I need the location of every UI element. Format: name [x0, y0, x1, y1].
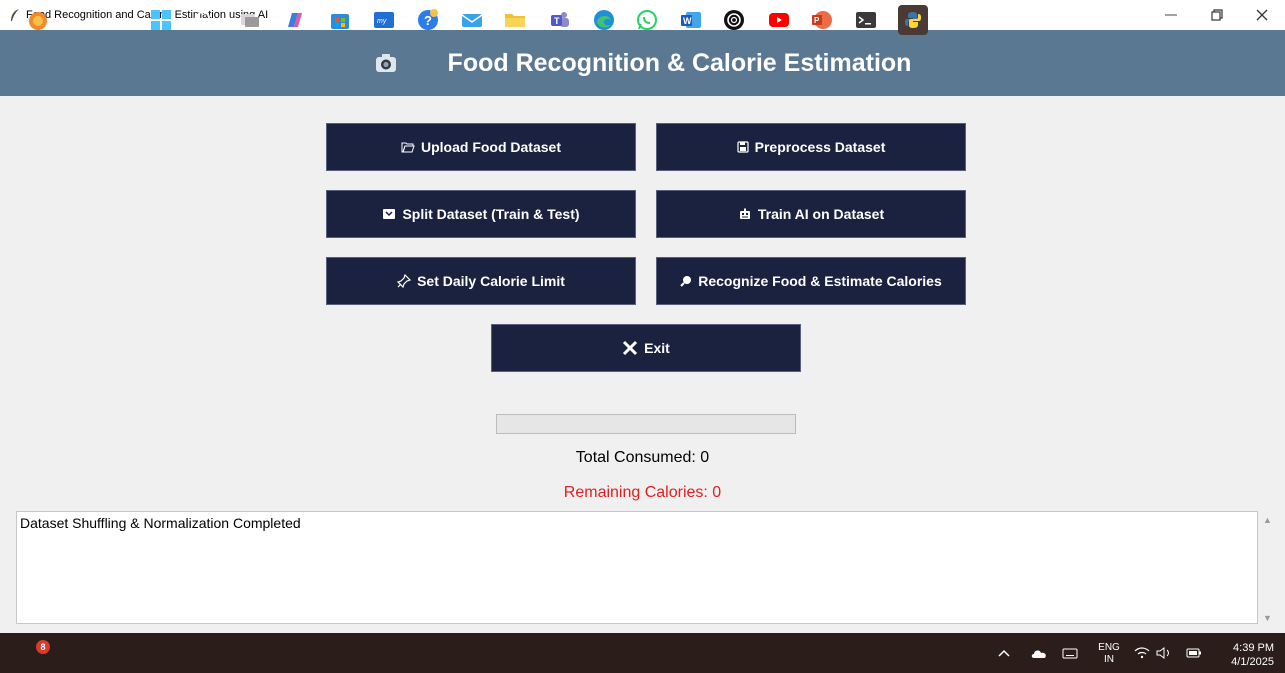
camera-icon [374, 51, 398, 75]
upload-dataset-button[interactable]: Upload Food Dataset [326, 123, 636, 171]
region-code: IN [1104, 654, 1114, 665]
svg-text:W: W [683, 16, 692, 26]
start-icon[interactable] [149, 8, 173, 32]
mail-icon[interactable] [460, 8, 484, 32]
preprocess-dataset-label: Preprocess Dataset [754, 139, 886, 155]
svg-text:?: ? [424, 13, 432, 28]
windows-taskbar [0, 633, 1285, 673]
scroll-down-arrow[interactable]: ▼ [1263, 613, 1272, 623]
close-window-button[interactable] [1239, 0, 1285, 30]
volume-icon[interactable] [1156, 633, 1172, 673]
recognize-food-button[interactable]: Recognize Food & Estimate Calories [656, 257, 966, 305]
restore-button[interactable] [1194, 0, 1240, 30]
wifi-icon[interactable] [1134, 633, 1150, 673]
split-dataset-button[interactable]: Split Dataset (Train & Test) [326, 190, 636, 238]
progress-bar [496, 414, 796, 434]
battery-icon[interactable] [1186, 633, 1202, 673]
clock-date: 4/1/2025 [1231, 656, 1274, 668]
total-consumed-text: Total Consumed: 0 [575, 449, 710, 466]
upload-dataset-label: Upload Food Dataset [420, 139, 561, 155]
edge-browser-icon[interactable] [592, 8, 616, 32]
svg-text:T: T [554, 16, 560, 26]
notification-badge: 8 [36, 640, 50, 654]
chatgpt-icon[interactable] [722, 8, 746, 32]
microsoft-store-icon[interactable] [328, 8, 352, 32]
robot-icon [738, 208, 752, 220]
show-hidden-icons[interactable] [998, 633, 1010, 673]
onedrive-icon[interactable] [1030, 633, 1048, 673]
recognize-food-label: Recognize Food & Estimate Calories [698, 273, 942, 289]
page-title: Food Recognition & Calorie Estimation [447, 48, 912, 77]
minimize-button[interactable] [1148, 0, 1194, 30]
word-icon[interactable]: W [679, 8, 703, 32]
train-ai-button[interactable]: Train AI on Dataset [656, 190, 966, 238]
split-dataset-label: Split Dataset (Train & Test) [402, 206, 580, 222]
app-header: Food Recognition & Calorie Estimation [0, 30, 1285, 96]
svg-text:my: my [377, 18, 387, 25]
svg-text:P: P [814, 16, 820, 25]
input-language[interactable]: ENG IN [1096, 642, 1122, 666]
powerpoint-icon[interactable]: P [810, 8, 834, 32]
help-icon[interactable]: ? [416, 8, 440, 32]
scroll-up-arrow[interactable]: ▲ [1263, 515, 1272, 525]
teams-icon[interactable]: T [548, 8, 572, 32]
python-app-icon[interactable] [898, 5, 928, 35]
box-icon [382, 208, 396, 220]
youtube-icon[interactable] [767, 8, 791, 32]
folder-open-icon [401, 141, 415, 153]
exit-label: Exit [644, 340, 670, 356]
search-taskbar-icon[interactable] [193, 8, 217, 32]
pin-icon [397, 274, 412, 288]
copilot-icon[interactable] [283, 8, 307, 32]
preprocess-dataset-button[interactable]: Preprocess Dataset [656, 123, 966, 171]
task-view-icon[interactable] [238, 8, 262, 32]
whatsapp-icon[interactable] [635, 8, 659, 32]
set-calorie-limit-button[interactable]: Set Daily Calorie Limit [326, 257, 636, 305]
output-log[interactable]: Dataset Shuffling & Normalization Comple… [16, 511, 1258, 624]
language-code: ENG [1098, 642, 1120, 653]
terminal-icon[interactable] [854, 8, 878, 32]
keyboard-icon[interactable] [1062, 633, 1078, 673]
weather-widget-icon[interactable] [26, 8, 50, 32]
save-icon [737, 141, 749, 153]
taskbar-clock[interactable]: 4:39 PM 4/1/2025 [1218, 641, 1274, 669]
myhp-icon[interactable]: my [372, 8, 396, 32]
train-ai-label: Train AI on Dataset [757, 206, 885, 222]
remaining-calories-text: Remaining Calories: 0 [563, 484, 722, 501]
feather-app-icon [8, 8, 22, 22]
file-explorer-icon[interactable] [503, 8, 527, 32]
exit-button[interactable]: Exit [491, 324, 801, 372]
log-line: Dataset Shuffling & Normalization Comple… [20, 515, 301, 531]
set-calorie-limit-label: Set Daily Calorie Limit [417, 273, 565, 289]
clock-time: 4:39 PM [1233, 642, 1274, 654]
window-title: Food Recognition and Calorie Estimation … [26, 9, 269, 21]
search-icon [680, 275, 692, 287]
close-icon [622, 340, 638, 356]
